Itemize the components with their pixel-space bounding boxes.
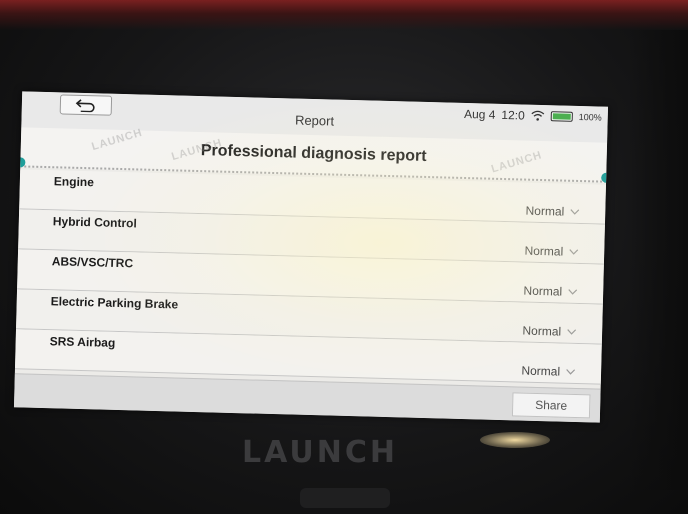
device-speaker xyxy=(300,488,390,508)
system-name: Hybrid Control xyxy=(52,214,138,231)
device-screen: Report Aug 4 12:0 100% Professional diag… xyxy=(13,91,609,423)
battery-percent: 100% xyxy=(578,111,602,123)
status-time: 12:0 xyxy=(501,107,525,123)
system-name: ABS/VSC/TRC xyxy=(51,254,134,271)
chevron-down-icon xyxy=(566,369,576,375)
battery-fill xyxy=(552,113,571,120)
system-status-dropdown[interactable]: Normal xyxy=(523,283,578,299)
system-status-dropdown[interactable]: Normal xyxy=(522,323,577,339)
chevron-down-icon xyxy=(570,209,580,215)
device-brand-logo: LAUNCH xyxy=(241,435,398,470)
device-bezel xyxy=(628,30,688,490)
divider-dot xyxy=(601,172,609,183)
chevron-down-icon xyxy=(567,329,577,335)
share-button[interactable]: Share xyxy=(511,392,591,419)
system-status: Normal xyxy=(525,203,565,219)
divider-dot xyxy=(15,157,26,168)
diagnostic-tablet: Report Aug 4 12:0 100% Professional diag… xyxy=(0,0,688,514)
wifi-icon xyxy=(531,110,545,121)
system-status-dropdown[interactable]: Normal xyxy=(525,203,580,219)
system-status-dropdown[interactable]: Normal xyxy=(521,363,576,379)
system-status: Normal xyxy=(522,323,562,339)
battery-icon xyxy=(550,111,573,122)
light-reflection xyxy=(480,432,550,448)
chevron-down-icon xyxy=(568,289,578,295)
systems-list: Engine Normal Hybrid Control Normal ABS/… xyxy=(14,169,606,388)
chevron-down-icon xyxy=(569,249,579,255)
system-status: Normal xyxy=(521,363,561,379)
system-status-dropdown[interactable]: Normal xyxy=(524,243,579,259)
system-name: SRS Airbag xyxy=(49,334,116,350)
system-status: Normal xyxy=(524,243,564,259)
system-name: Engine xyxy=(53,174,95,190)
device-case-rim xyxy=(0,0,688,30)
status-date: Aug 4 xyxy=(463,106,496,122)
system-name: Electric Parking Brake xyxy=(50,294,179,312)
system-status: Normal xyxy=(523,283,563,299)
